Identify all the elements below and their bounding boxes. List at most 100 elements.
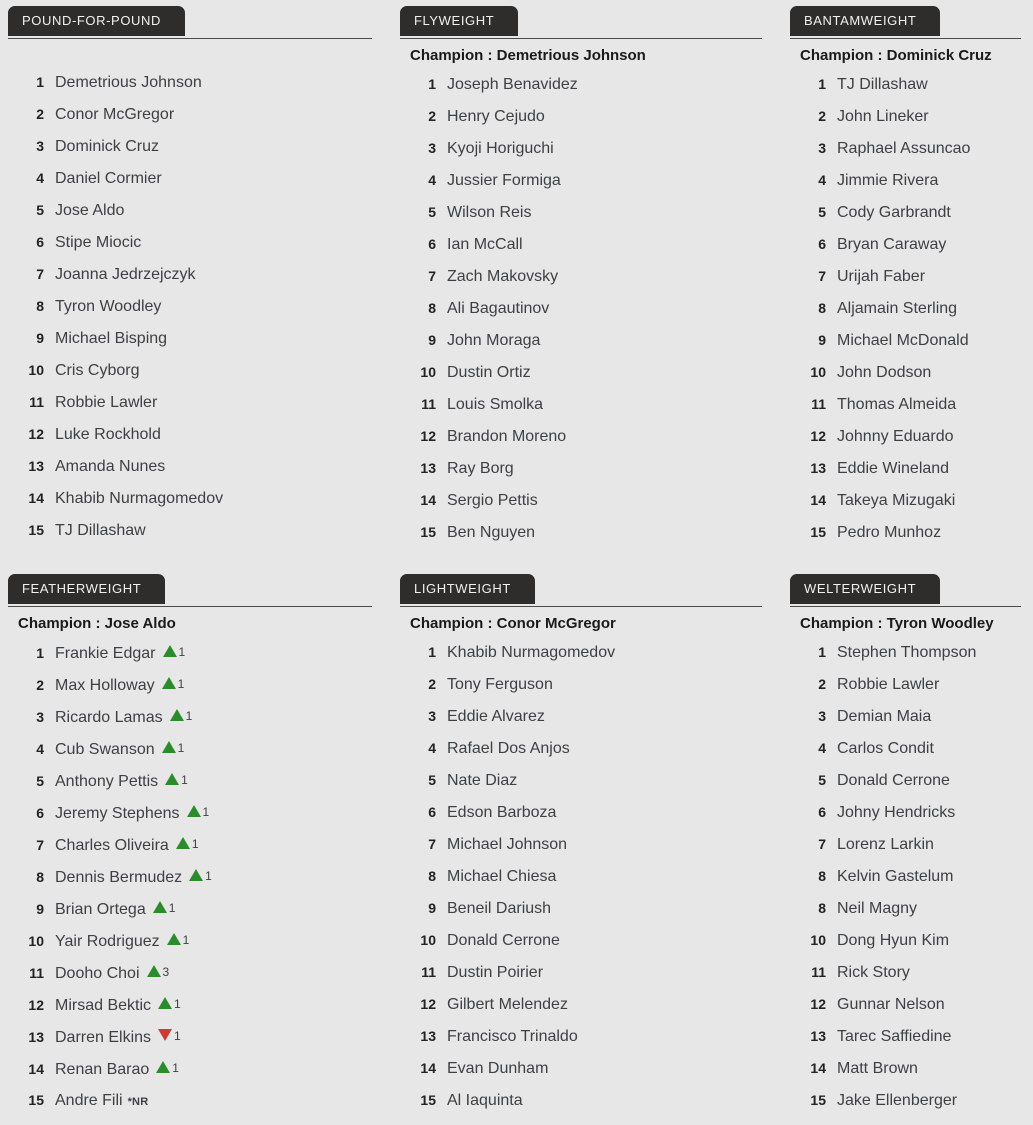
ranking-row[interactable]: 14 Khabib Nurmagomedov: [8, 482, 372, 514]
fighter-name[interactable]: Yair Rodriguez: [55, 926, 160, 958]
fighter-name[interactable]: Robbie Lawler: [55, 387, 157, 419]
ranking-row[interactable]: 3 Eddie Alvarez: [400, 700, 762, 732]
fighter-name[interactable]: John Dodson: [837, 357, 931, 389]
fighter-name[interactable]: Ian McCall: [447, 229, 523, 261]
ranking-row[interactable]: 12 Mirsad Bektic 1: [8, 988, 372, 1020]
fighter-name[interactable]: Ricardo Lamas: [55, 702, 163, 734]
fighter-name[interactable]: Michael Chiesa: [447, 861, 556, 893]
ranking-row[interactable]: 6 Jeremy Stephens 1: [8, 796, 372, 828]
ranking-row[interactable]: 13 Eddie Wineland: [790, 452, 1021, 484]
fighter-name[interactable]: Evan Dunham: [447, 1053, 548, 1085]
fighter-name[interactable]: Louis Smolka: [447, 389, 543, 421]
fighter-name[interactable]: Donald Cerrone: [447, 925, 560, 957]
fighter-name[interactable]: Joseph Benavidez: [447, 69, 578, 101]
ranking-row[interactable]: 6 Johny Hendricks: [790, 796, 1021, 828]
fighter-name[interactable]: Bryan Caraway: [837, 229, 946, 261]
fighter-name[interactable]: Tyron Woodley: [55, 291, 161, 323]
ranking-row[interactable]: 1 Stephen Thompson: [790, 636, 1021, 668]
ranking-row[interactable]: 9 Michael Bisping: [8, 322, 372, 354]
ranking-row[interactable]: 12 Luke Rockhold: [8, 418, 372, 450]
fighter-name[interactable]: Ali Bagautinov: [447, 293, 549, 325]
tab-lightweight[interactable]: LIGHTWEIGHT: [400, 574, 535, 604]
fighter-name[interactable]: Max Holloway: [55, 670, 155, 702]
ranking-row[interactable]: 10 Dong Hyun Kim: [790, 924, 1021, 956]
ranking-row[interactable]: 2 Henry Cejudo: [400, 100, 762, 132]
fighter-name[interactable]: Michael Johnson: [447, 829, 567, 861]
fighter-name[interactable]: Sergio Pettis: [447, 485, 538, 517]
ranking-row[interactable]: 11 Thomas Almeida: [790, 388, 1021, 420]
fighter-name[interactable]: Tarec Saffiedine: [837, 1021, 951, 1053]
ranking-row[interactable]: 2 Robbie Lawler: [790, 668, 1021, 700]
fighter-name[interactable]: TJ Dillashaw: [55, 515, 146, 547]
ranking-row[interactable]: 7 Charles Oliveira 1: [8, 828, 372, 860]
fighter-name[interactable]: Jimmie Rivera: [837, 165, 938, 197]
fighter-name[interactable]: Jose Aldo: [55, 195, 124, 227]
fighter-name[interactable]: Henry Cejudo: [447, 101, 545, 133]
ranking-row[interactable]: 2 Tony Ferguson: [400, 668, 762, 700]
fighter-name[interactable]: Jake Ellenberger: [837, 1085, 957, 1117]
ranking-row[interactable]: 12 Gilbert Melendez: [400, 988, 762, 1020]
fighter-name[interactable]: Dooho Choi: [55, 958, 140, 990]
fighter-name[interactable]: Darren Elkins: [55, 1022, 151, 1054]
ranking-row[interactable]: 14 Evan Dunham: [400, 1052, 762, 1084]
ranking-row[interactable]: 9 Brian Ortega 1: [8, 892, 372, 924]
fighter-name[interactable]: Zach Makovsky: [447, 261, 558, 293]
ranking-row[interactable]: 7 Joanna Jedrzejczyk: [8, 258, 372, 290]
fighter-name[interactable]: Dustin Poirier: [447, 957, 543, 989]
fighter-name[interactable]: Robbie Lawler: [837, 669, 939, 701]
fighter-name[interactable]: Gunnar Nelson: [837, 989, 945, 1021]
fighter-name[interactable]: Takeya Mizugaki: [837, 485, 955, 517]
ranking-row[interactable]: 2 Max Holloway 1: [8, 668, 372, 700]
ranking-row[interactable]: 9 John Moraga: [400, 324, 762, 356]
fighter-name[interactable]: Khabib Nurmagomedov: [55, 483, 223, 515]
fighter-name[interactable]: Kelvin Gastelum: [837, 861, 954, 893]
fighter-name[interactable]: Andre Fili: [55, 1085, 123, 1117]
ranking-row[interactable]: 10 Donald Cerrone: [400, 924, 762, 956]
ranking-row[interactable]: 1 Frankie Edgar 1: [8, 636, 372, 668]
ranking-row[interactable]: 10 Yair Rodriguez 1: [8, 924, 372, 956]
fighter-name[interactable]: Urijah Faber: [837, 261, 925, 293]
fighter-name[interactable]: Joanna Jedrzejczyk: [55, 259, 196, 291]
ranking-row[interactable]: 5 Anthony Pettis 1: [8, 764, 372, 796]
ranking-row[interactable]: 5 Donald Cerrone: [790, 764, 1021, 796]
fighter-name[interactable]: Khabib Nurmagomedov: [447, 637, 615, 669]
ranking-row[interactable]: 15 Ben Nguyen: [400, 516, 762, 548]
fighter-name[interactable]: Johnny Eduardo: [837, 421, 954, 453]
fighter-name[interactable]: Mirsad Bektic: [55, 990, 151, 1022]
ranking-row[interactable]: 15 Al Iaquinta: [400, 1084, 762, 1116]
fighter-name[interactable]: John Lineker: [837, 101, 929, 133]
fighter-name[interactable]: Michael McDonald: [837, 325, 969, 357]
ranking-row[interactable]: 3 Dominick Cruz: [8, 130, 372, 162]
ranking-row[interactable]: 9 Beneil Dariush: [400, 892, 762, 924]
ranking-row[interactable]: 2 John Lineker: [790, 100, 1021, 132]
ranking-row[interactable]: 4 Jussier Formiga: [400, 164, 762, 196]
fighter-name[interactable]: Nate Diaz: [447, 765, 517, 797]
ranking-row[interactable]: 11 Dustin Poirier: [400, 956, 762, 988]
ranking-row[interactable]: 5 Cody Garbrandt: [790, 196, 1021, 228]
ranking-row[interactable]: 1 TJ Dillashaw: [790, 68, 1021, 100]
ranking-row[interactable]: 7 Lorenz Larkin: [790, 828, 1021, 860]
fighter-name[interactable]: Michael Bisping: [55, 323, 167, 355]
ranking-row[interactable]: 11 Robbie Lawler: [8, 386, 372, 418]
ranking-row[interactable]: 11 Rick Story: [790, 956, 1021, 988]
ranking-row[interactable]: 12 Gunnar Nelson: [790, 988, 1021, 1020]
fighter-name[interactable]: Donald Cerrone: [837, 765, 950, 797]
fighter-name[interactable]: Cody Garbrandt: [837, 197, 951, 229]
ranking-row[interactable]: 15 Jake Ellenberger: [790, 1084, 1021, 1116]
fighter-name[interactable]: Stephen Thompson: [837, 637, 976, 669]
fighter-name[interactable]: Johny Hendricks: [837, 797, 955, 829]
fighter-name[interactable]: Lorenz Larkin: [837, 829, 934, 861]
ranking-row[interactable]: 3 Kyoji Horiguchi: [400, 132, 762, 164]
ranking-row[interactable]: 13 Tarec Saffiedine: [790, 1020, 1021, 1052]
ranking-row[interactable]: 6 Edson Barboza: [400, 796, 762, 828]
ranking-row[interactable]: 14 Matt Brown: [790, 1052, 1021, 1084]
ranking-row[interactable]: 8 Kelvin Gastelum: [790, 860, 1021, 892]
fighter-name[interactable]: Cris Cyborg: [55, 355, 139, 387]
fighter-name[interactable]: Dong Hyun Kim: [837, 925, 949, 957]
ranking-row[interactable]: 1 Joseph Benavidez: [400, 68, 762, 100]
fighter-name[interactable]: Dennis Bermudez: [55, 862, 182, 894]
ranking-row[interactable]: 4 Carlos Condit: [790, 732, 1021, 764]
ranking-row[interactable]: 4 Rafael Dos Anjos: [400, 732, 762, 764]
ranking-row[interactable]: 10 Dustin Ortiz: [400, 356, 762, 388]
fighter-name[interactable]: Carlos Condit: [837, 733, 934, 765]
